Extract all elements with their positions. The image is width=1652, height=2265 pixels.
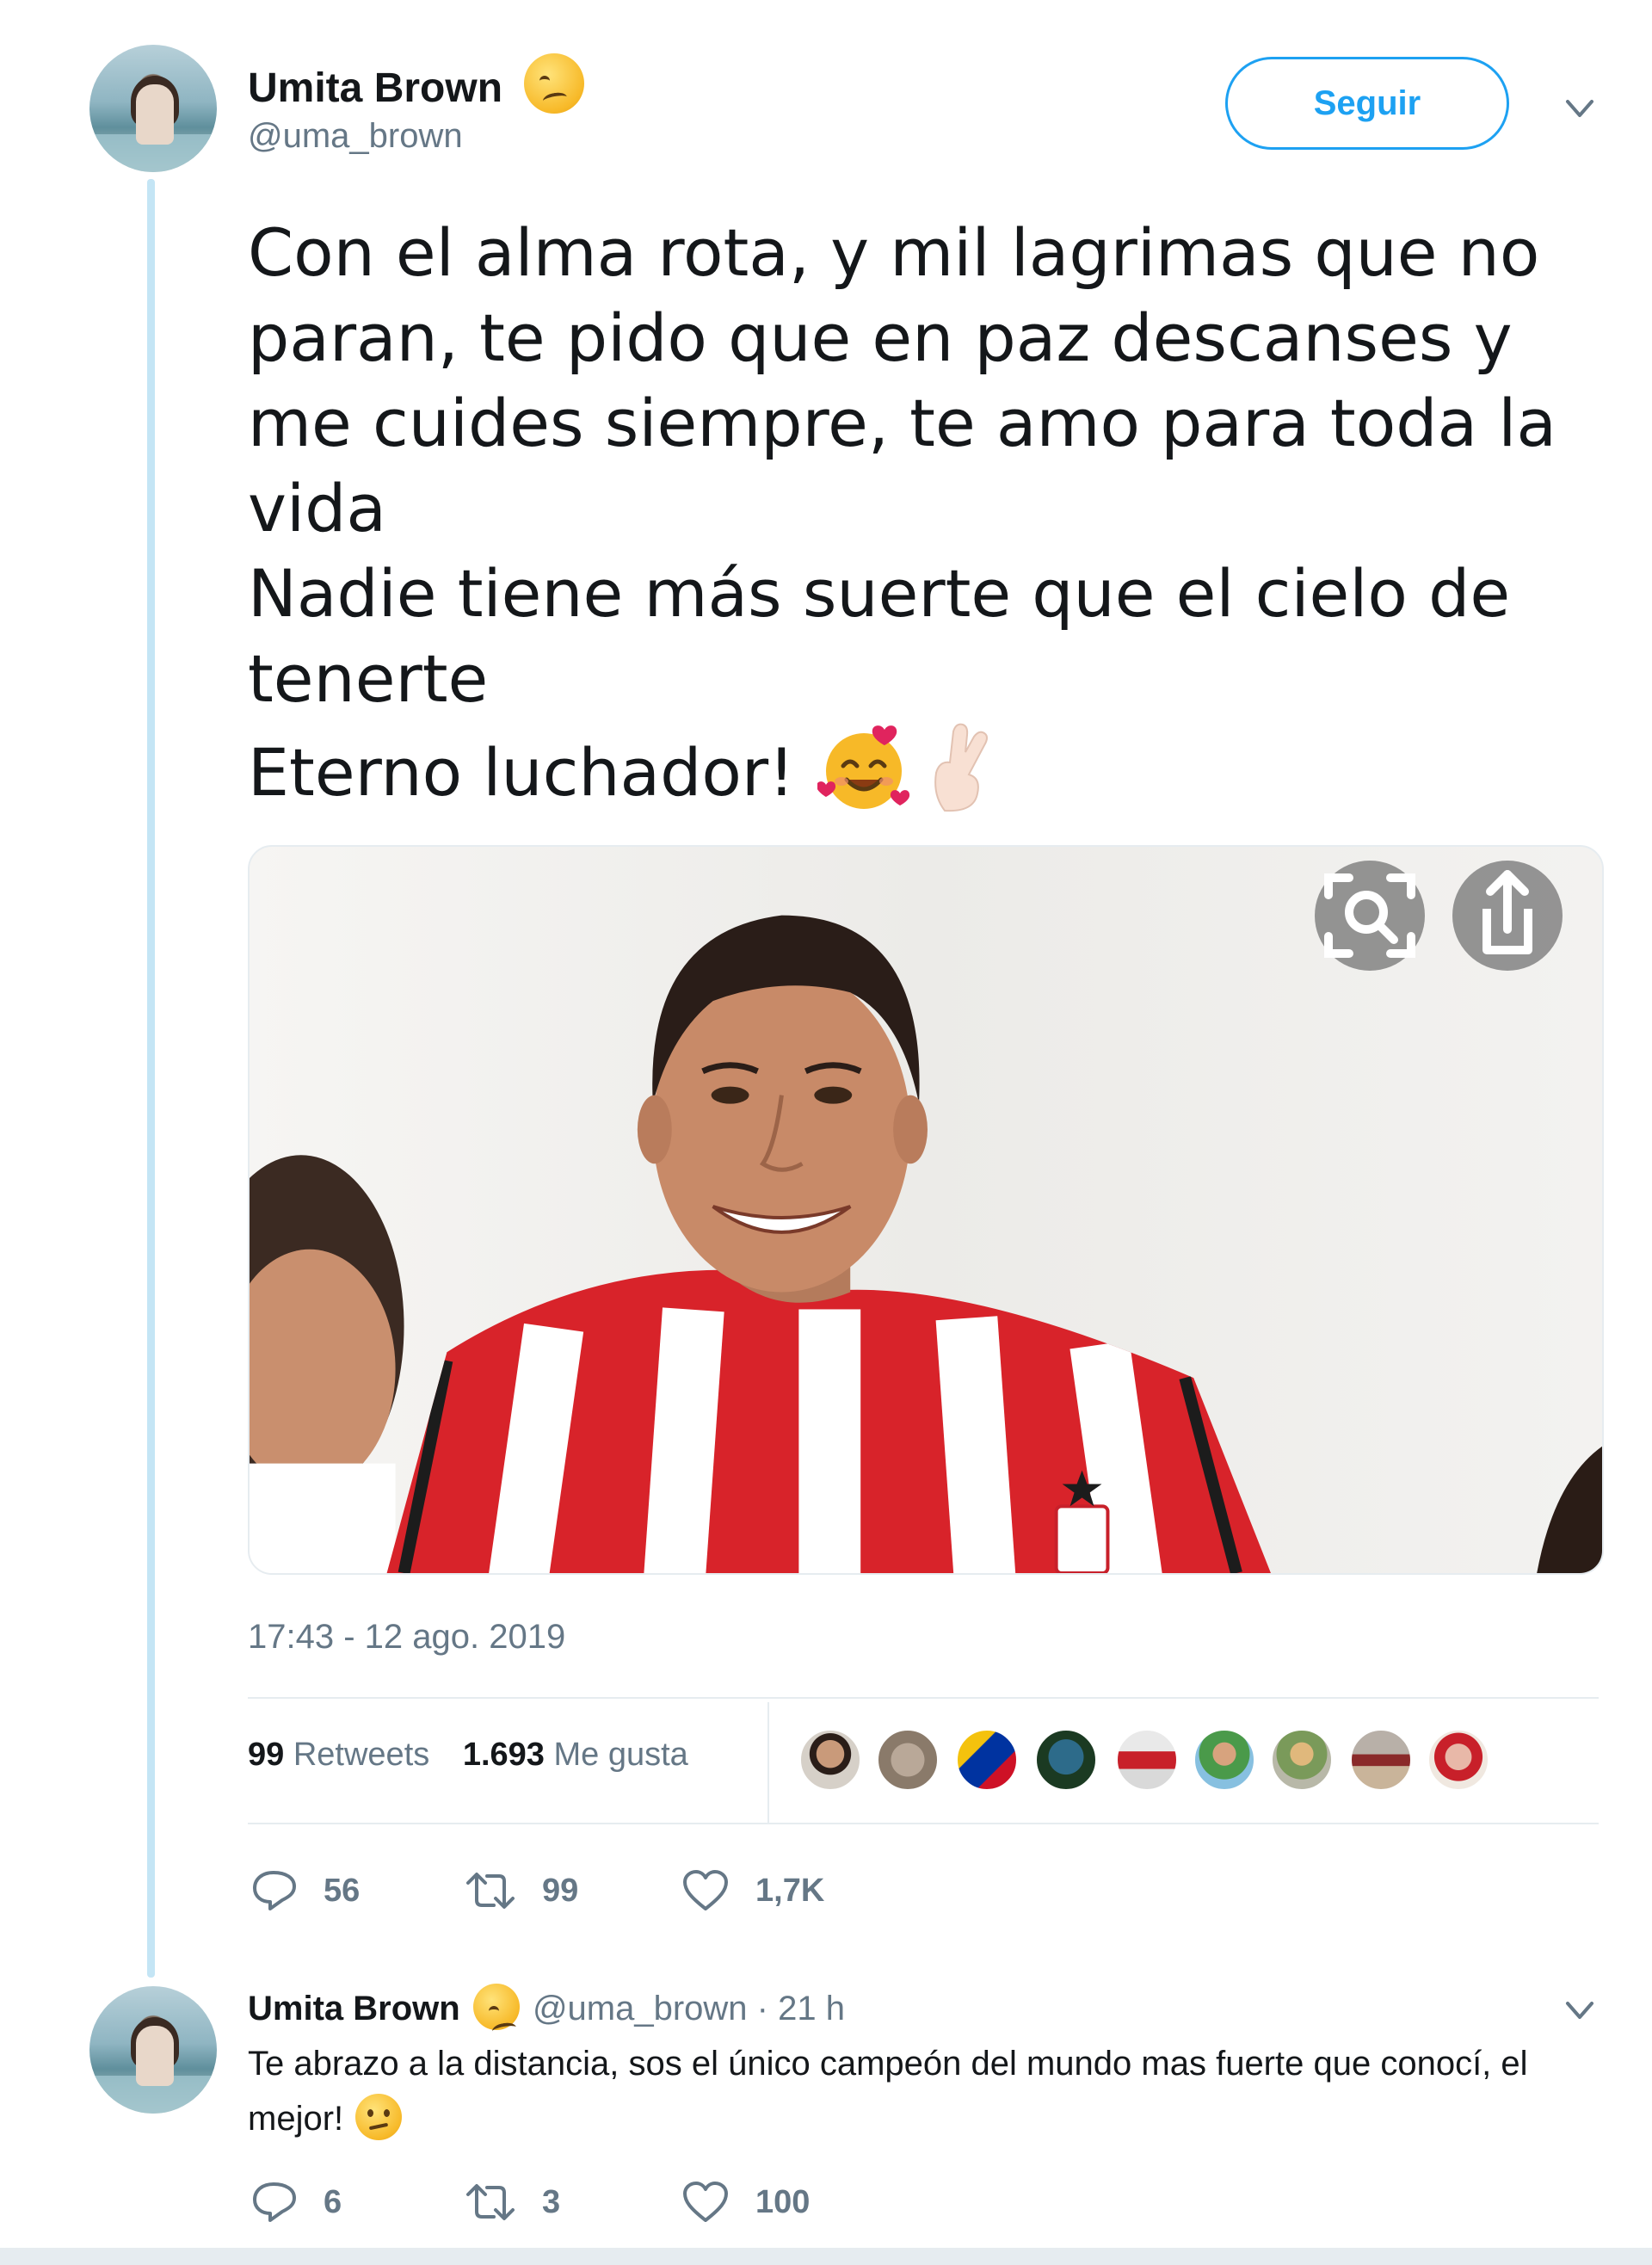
liker-avatar[interactable]: [1270, 1728, 1334, 1792]
tweet-timestamp[interactable]: 17:43 - 12 ago. 2019: [248, 1618, 565, 1657]
retweets-label: Retweets: [293, 1737, 430, 1773]
reply-retweet-count: 3: [542, 2183, 561, 2220]
like-button[interactable]: 1,7K: [681, 1869, 824, 1912]
liker-avatar[interactable]: [1193, 1728, 1256, 1792]
retweet-icon: [466, 2184, 515, 2220]
reply-text: Te abrazo a la distancia, sos el único c…: [248, 2036, 1624, 2146]
author-name[interactable]: Umita Brown: [248, 65, 502, 111]
woozy-face-emoji-icon: [524, 53, 585, 114]
like-icon: [683, 1870, 728, 1910]
tweet-text-line: Eterno luchador!: [248, 734, 795, 811]
retweet-button[interactable]: 99: [465, 1869, 578, 1912]
tweet-photo[interactable]: [248, 845, 1604, 1575]
author-avatar[interactable]: [89, 45, 217, 172]
reply-reply-count: 6: [324, 2183, 342, 2220]
tweet-text-line: paran, te pido que en paz descanses y: [248, 299, 1513, 376]
stats-divider: [767, 1702, 769, 1823]
author-handle[interactable]: @uma_brown: [248, 117, 463, 156]
tweet-text-line: tenerte: [248, 640, 489, 717]
author-name-row[interactable]: Umita Brown: [248, 53, 585, 114]
visual-search-icon: [1324, 873, 1415, 958]
likes-stat[interactable]: 1.693 Me gusta: [463, 1737, 688, 1773]
visual-search-button[interactable]: [1315, 861, 1425, 971]
bottom-separator: [0, 2248, 1652, 2265]
retweets-stat[interactable]: 99 Retweets: [248, 1737, 429, 1773]
confused-face-emoji-icon: [355, 2094, 403, 2140]
thread-line: [147, 179, 155, 1978]
reply-author-name[interactable]: Umita Brown: [248, 1990, 460, 2027]
reply-header: Umita Brown @uma_brown · 21 h: [248, 1984, 845, 2030]
tweet-text-line: Nadie tiene más suerte que el cielo de: [248, 555, 1511, 632]
retweet-count: 99: [542, 1872, 579, 1909]
chevron-down-icon[interactable]: [1563, 1993, 1597, 2027]
liker-avatar[interactable]: [1115, 1728, 1179, 1792]
liker-avatar[interactable]: [1427, 1728, 1490, 1792]
reply-icon: [253, 1871, 296, 1910]
reply-like-button[interactable]: 100: [681, 2181, 810, 2224]
reply-like-count: 100: [755, 2183, 811, 2220]
divider: [248, 1823, 1599, 1824]
reply-author-handle[interactable]: @uma_brown: [533, 1990, 748, 2027]
liker-avatar[interactable]: [955, 1728, 1019, 1792]
reply-author-avatar[interactable]: [89, 1986, 217, 2114]
crossed-fingers-emoji-icon: [926, 721, 1000, 814]
follow-button[interactable]: Seguir: [1225, 57, 1509, 150]
reply-time[interactable]: · 21 h: [757, 1990, 845, 2027]
chevron-down-icon[interactable]: [1563, 91, 1597, 126]
reply-icon: [253, 2182, 296, 2222]
reply-retweet-button[interactable]: 3: [465, 2181, 560, 2224]
liker-avatar[interactable]: [876, 1728, 940, 1792]
liker-avatar[interactable]: [1034, 1728, 1098, 1792]
retweet-icon: [466, 1873, 515, 1909]
share-button[interactable]: [1452, 861, 1563, 971]
divider: [248, 1697, 1599, 1699]
smiling-face-with-hearts-emoji-icon: [816, 721, 910, 814]
liker-avatar[interactable]: [1349, 1728, 1413, 1792]
reply-text-body: Te abrazo a la distancia, sos el único c…: [248, 2045, 1528, 2138]
tweet-text-line: Con el alma rota, y mil lagrimas que no: [248, 214, 1540, 291]
retweets-count: 99: [248, 1737, 285, 1773]
share-icon: [1482, 870, 1532, 954]
woozy-face-emoji-icon: [472, 1984, 520, 2030]
reply-count: 56: [324, 1872, 361, 1909]
tweet-text-last-line: Eterno luchador!: [248, 721, 1590, 815]
liker-avatar[interactable]: [798, 1728, 862, 1792]
reply-button[interactable]: 56: [251, 1869, 360, 1912]
likes-label: Me gusta: [553, 1737, 688, 1773]
like-count: 1,7K: [755, 1872, 825, 1909]
likes-count: 1.693: [462, 1737, 545, 1773]
tweet-stats: 99 Retweets 1.693 Me gusta: [248, 1737, 688, 1774]
tweet-text-line: vida: [248, 470, 386, 546]
tweet-text-line: me cuides siempre, te amo para toda la: [248, 385, 1556, 461]
reply-reply-button[interactable]: 6: [251, 2181, 342, 2224]
tweet-text: Con el alma rota, y mil lagrimas que no …: [248, 210, 1590, 815]
like-icon: [683, 2182, 728, 2222]
